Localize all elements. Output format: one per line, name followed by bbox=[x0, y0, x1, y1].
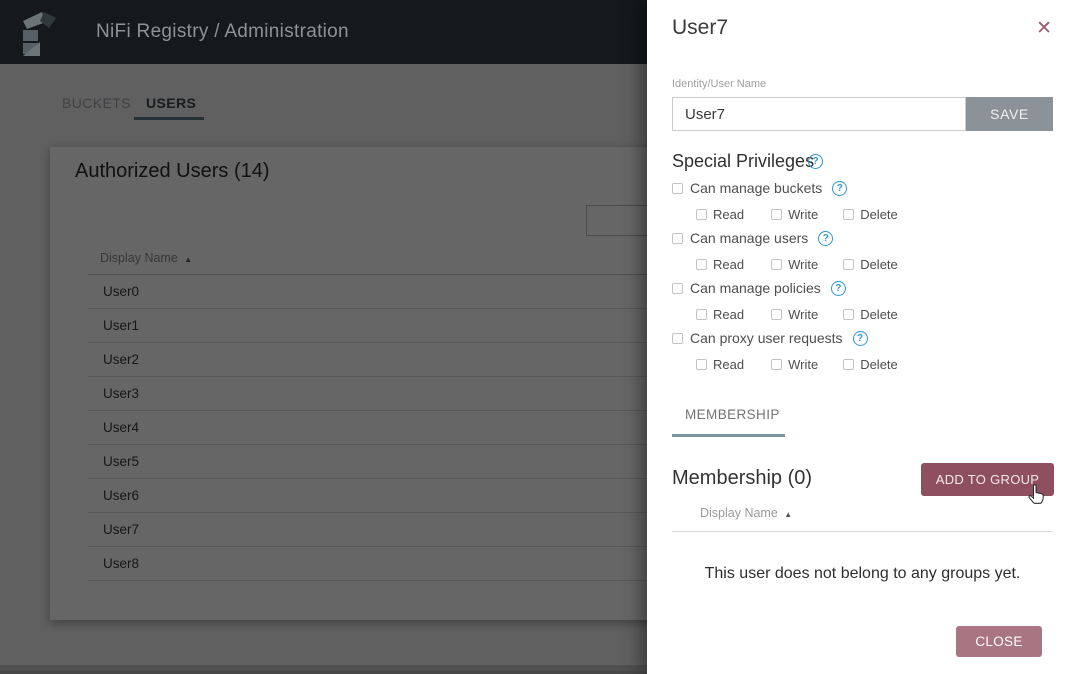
write-checkbox[interactable] bbox=[771, 359, 782, 370]
delete-checkbox[interactable] bbox=[843, 209, 854, 220]
read-checkbox[interactable] bbox=[696, 359, 707, 370]
user-detail-panel: User7 ✕ Identity/User Name SAVE Special … bbox=[647, 0, 1078, 674]
sort-asc-icon: ▲ bbox=[784, 510, 792, 519]
write-label: Write bbox=[788, 207, 818, 222]
write-label: Write bbox=[788, 357, 818, 372]
can-manage-buckets-checkbox[interactable] bbox=[672, 183, 683, 194]
privilege-group: Can proxy user requests ? Read Write Del… bbox=[672, 330, 1052, 372]
write-checkbox[interactable] bbox=[771, 259, 782, 270]
membership-tab-underline bbox=[672, 434, 785, 437]
help-icon[interactable]: ? bbox=[831, 281, 846, 296]
help-icon[interactable]: ? bbox=[853, 331, 868, 346]
page-title: NiFi Registry / Administration bbox=[96, 21, 349, 43]
close-button[interactable]: CLOSE bbox=[956, 626, 1042, 657]
write-label: Write bbox=[788, 307, 818, 322]
add-to-group-button[interactable]: ADD TO GROUP bbox=[921, 463, 1054, 496]
delete-checkbox[interactable] bbox=[843, 309, 854, 320]
help-icon[interactable]: ? bbox=[818, 231, 833, 246]
help-icon[interactable]: ? bbox=[832, 181, 847, 196]
membership-title: Membership (0) bbox=[672, 467, 812, 490]
modal-overlay[interactable] bbox=[0, 64, 647, 674]
privilege-label: Can proxy user requests bbox=[690, 330, 843, 346]
write-checkbox[interactable] bbox=[771, 309, 782, 320]
save-button[interactable]: SAVE bbox=[966, 97, 1053, 131]
delete-label: Delete bbox=[860, 307, 898, 322]
special-privileges-title: Special Privileges bbox=[672, 151, 814, 172]
can-manage-users-checkbox[interactable] bbox=[672, 233, 683, 244]
delete-label: Delete bbox=[860, 207, 898, 222]
delete-label: Delete bbox=[860, 357, 898, 372]
help-icon[interactable]: ? bbox=[808, 154, 823, 169]
read-checkbox[interactable] bbox=[696, 309, 707, 320]
close-icon[interactable]: ✕ bbox=[1036, 16, 1052, 42]
can-proxy-user-requests-checkbox[interactable] bbox=[672, 333, 683, 344]
read-label: Read bbox=[713, 207, 744, 222]
identity-input[interactable] bbox=[672, 97, 966, 131]
app-header: NiFi Registry / Administration bbox=[0, 0, 647, 64]
read-label: Read bbox=[713, 307, 744, 322]
privilege-label: Can manage users bbox=[690, 230, 808, 246]
read-checkbox[interactable] bbox=[696, 259, 707, 270]
privilege-group: Can manage users ? Read Write Delete bbox=[672, 230, 1052, 272]
membership-column-label: Display Name bbox=[700, 506, 778, 520]
privilege-label: Can manage policies bbox=[690, 280, 821, 296]
read-label: Read bbox=[713, 257, 744, 272]
panel-title: User7 bbox=[672, 16, 728, 40]
membership-empty-message: This user does not belong to any groups … bbox=[672, 565, 1053, 583]
read-checkbox[interactable] bbox=[696, 209, 707, 220]
read-label: Read bbox=[713, 357, 744, 372]
membership-column-header[interactable]: Display Name ▲ bbox=[700, 506, 792, 520]
write-checkbox[interactable] bbox=[771, 209, 782, 220]
delete-checkbox[interactable] bbox=[843, 359, 854, 370]
privilege-label: Can manage buckets bbox=[690, 180, 822, 196]
write-label: Write bbox=[788, 257, 818, 272]
tab-membership[interactable]: MEMBERSHIP bbox=[685, 407, 780, 422]
membership-divider bbox=[672, 531, 1053, 532]
can-manage-policies-checkbox[interactable] bbox=[672, 283, 683, 294]
delete-checkbox[interactable] bbox=[843, 259, 854, 270]
privilege-group: Can manage buckets ? Read Write Delete bbox=[672, 180, 1052, 222]
delete-label: Delete bbox=[860, 257, 898, 272]
identity-label: Identity/User Name bbox=[672, 78, 766, 90]
privilege-group: Can manage policies ? Read Write Delete bbox=[672, 280, 1052, 322]
nifi-registry-logo-icon bbox=[15, 8, 59, 63]
